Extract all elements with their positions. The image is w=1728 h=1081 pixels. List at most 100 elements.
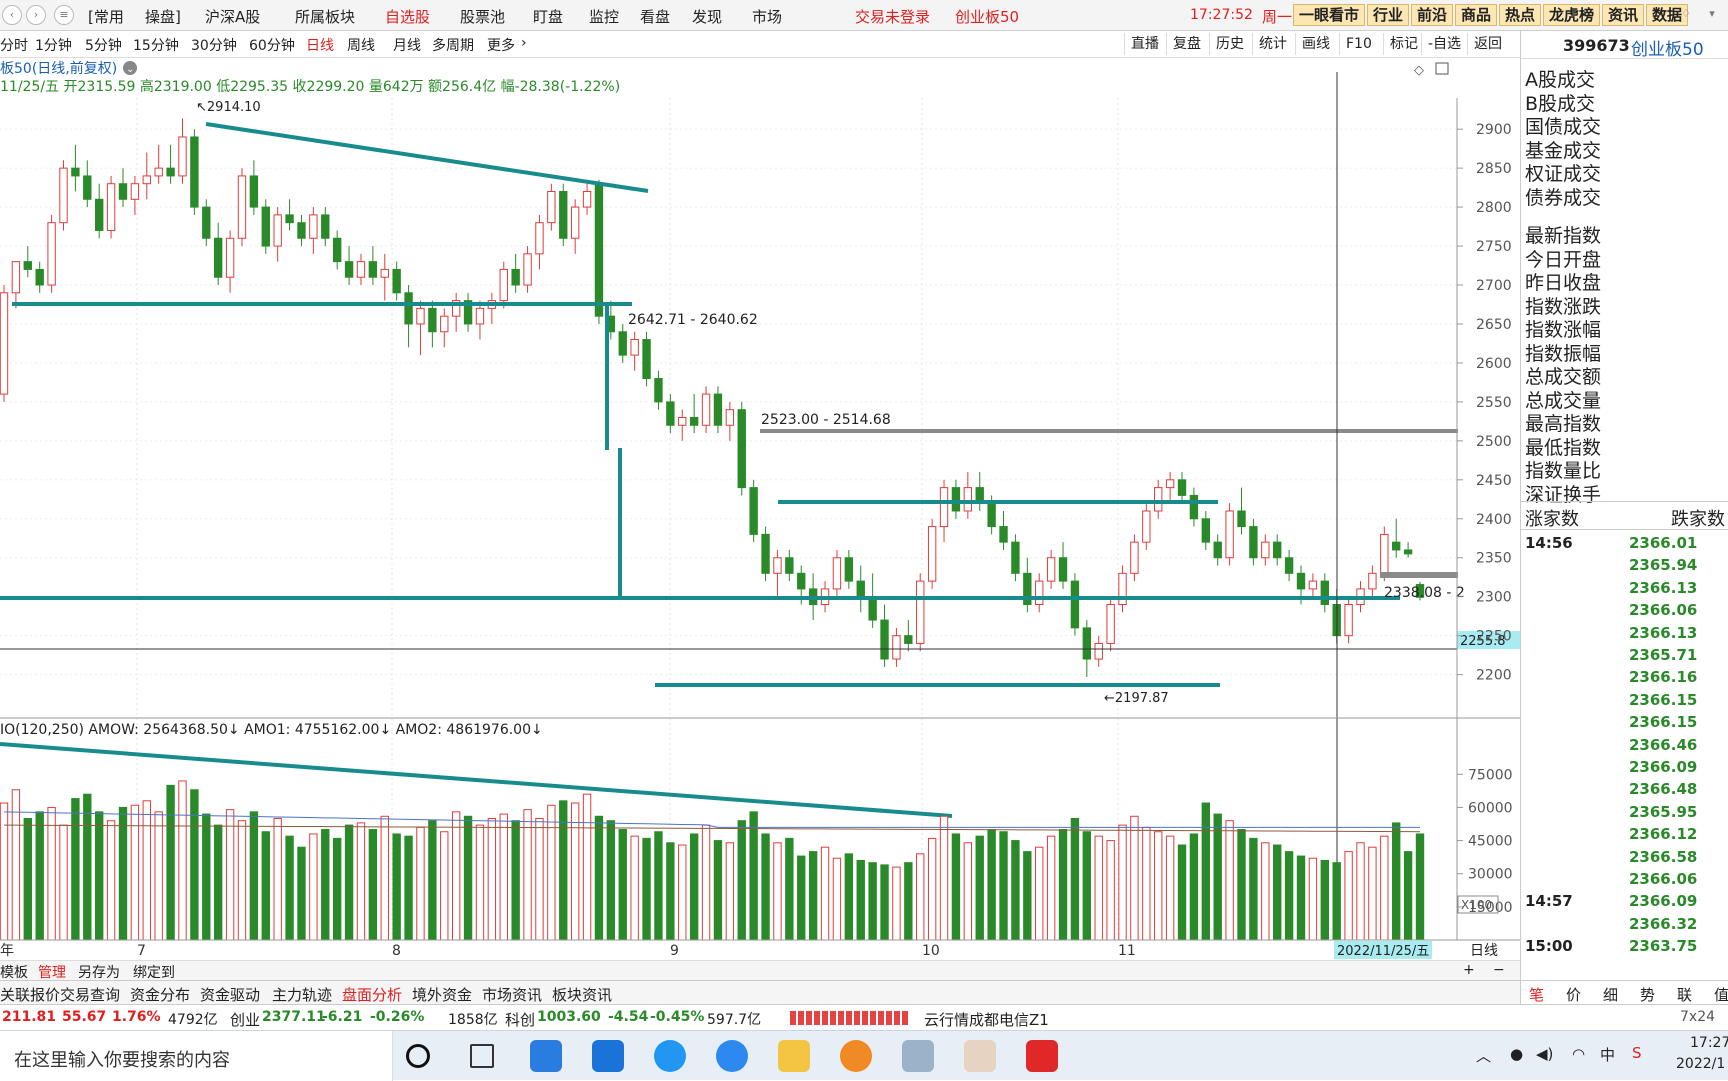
tool-0[interactable]: 直播: [1124, 33, 1165, 55]
period-8[interactable]: 月线: [393, 35, 421, 55]
taskbar-search[interactable]: 在这里输入你要搜索的内容: [0, 1031, 393, 1081]
func-tab-6[interactable]: 境外资金: [412, 984, 472, 1005]
cortana-icon[interactable]: [406, 1044, 430, 1068]
drawn-trendlines[interactable]: [0, 122, 1458, 818]
volume-bar: [1237, 829, 1246, 941]
mic-icon[interactable]: ●: [1510, 1045, 1523, 1063]
menu-item-0[interactable]: [常用: [88, 6, 124, 27]
period-2[interactable]: 5分钟: [85, 35, 122, 55]
bottom-tab-0[interactable]: 模板: [0, 962, 28, 982]
period-1[interactable]: 1分钟: [35, 35, 72, 55]
candle-body: [654, 378, 663, 403]
tool-8[interactable]: 返回: [1467, 33, 1508, 55]
menu-item-3[interactable]: 所属板块: [295, 6, 355, 27]
app-orange-icon[interactable]: [840, 1040, 872, 1072]
period-3[interactable]: 15分钟: [133, 35, 179, 55]
bottom-tab-1[interactable]: 管理: [38, 962, 66, 982]
period-0[interactable]: 分时: [0, 35, 28, 55]
tool-5[interactable]: F10: [1339, 33, 1378, 55]
tool-1[interactable]: 复盘: [1166, 33, 1207, 55]
kline-chart[interactable]: 板50(日线,前复权) ⌄ 11/25/五 开2315.59 高2319.00 …: [0, 58, 1520, 960]
tray-up-icon[interactable]: ︿: [1476, 1045, 1491, 1066]
right-tab-1[interactable]: 行业: [1367, 4, 1410, 26]
game-icon[interactable]: [964, 1040, 996, 1072]
volume-icon[interactable]: ◀): [1536, 1045, 1553, 1063]
right-tab-6[interactable]: 资讯: [1602, 4, 1645, 26]
x-tick-label: 11: [1118, 943, 1136, 959]
period-9[interactable]: 多周期: [432, 35, 474, 55]
quote-tab-0[interactable]: 笔: [1529, 984, 1544, 1005]
tool-2[interactable]: 历史: [1209, 33, 1250, 55]
func-tab-0[interactable]: 关联报价: [0, 984, 60, 1005]
bottom-tab-3[interactable]: 绑定到: [133, 962, 175, 982]
func-tab-7[interactable]: 市场资讯: [482, 984, 542, 1005]
window-toggle-icon[interactable]: [1435, 62, 1449, 75]
menu-item-6[interactable]: 盯盘: [533, 6, 563, 27]
func-tab-1[interactable]: 交易查询: [60, 984, 120, 1005]
task-view-icon[interactable]: [470, 1044, 494, 1068]
menu-item-4[interactable]: 自选股: [385, 6, 430, 27]
more-icon[interactable]: ▾: [1702, 5, 1722, 25]
tool-4[interactable]: 画线: [1295, 33, 1336, 55]
zoom-out-icon[interactable]: −: [1493, 962, 1505, 978]
server-name[interactable]: 云行情成都电信Z1: [924, 1009, 1049, 1030]
quote-tab-5[interactable]: 值: [1714, 984, 1728, 1005]
chevron-right-icon[interactable]: ›: [521, 35, 527, 51]
shirt-icon[interactable]: ♢: [1676, 5, 1696, 25]
quote-tab-3[interactable]: 势: [1640, 984, 1655, 1005]
right-tab-2[interactable]: 前沿: [1411, 4, 1454, 26]
quote-tab-1[interactable]: 价: [1566, 984, 1581, 1005]
wifi-icon[interactable]: ◠: [1572, 1045, 1585, 1063]
login-status[interactable]: 交易未登录: [855, 6, 930, 27]
y-tick-label: 2850: [1476, 161, 1512, 177]
right-tab-0[interactable]: 一眼看市: [1293, 4, 1366, 26]
quote-tab-4[interactable]: 联: [1677, 984, 1692, 1005]
forward-icon[interactable]: ›: [26, 5, 46, 25]
edge-icon[interactable]: [654, 1040, 686, 1072]
tool-6[interactable]: 标记: [1383, 33, 1424, 55]
func-tab-5[interactable]: 盘面分析: [342, 984, 402, 1005]
menu-collapse-icon[interactable]: ≡: [54, 5, 74, 25]
index2-value: 2377.11: [262, 1009, 326, 1025]
quote-tab-2[interactable]: 细: [1603, 984, 1618, 1005]
menu-item-5[interactable]: 股票池: [460, 6, 505, 27]
menu-item-2[interactable]: 沪深A股: [205, 6, 260, 27]
back-icon[interactable]: ‹: [2, 5, 22, 25]
tool-3[interactable]: 统计: [1252, 33, 1293, 55]
ime-icon[interactable]: 中: [1600, 1044, 1615, 1065]
func-tab-8[interactable]: 板块资讯: [552, 984, 612, 1005]
func-tab-4[interactable]: 主力轨迹: [272, 984, 332, 1005]
menu-item-9[interactable]: 发现: [692, 6, 722, 27]
right-tab-5[interactable]: 龙虎榜: [1543, 4, 1601, 26]
menu-item-8[interactable]: 看盘: [640, 6, 670, 27]
paint-icon[interactable]: [902, 1040, 934, 1072]
index-name-link[interactable]: 创业板50: [955, 6, 1019, 27]
folder-icon[interactable]: [778, 1040, 810, 1072]
mail-icon[interactable]: [592, 1040, 624, 1072]
index3-name[interactable]: 科创: [505, 1009, 535, 1030]
app-s-icon[interactable]: [530, 1040, 562, 1072]
period-7[interactable]: 周线: [347, 35, 375, 55]
right-tab-4[interactable]: 热点: [1499, 4, 1542, 26]
downtrend-line[interactable]: [205, 122, 649, 193]
func-tab-3[interactable]: 资金驱动: [200, 984, 260, 1005]
diamond-icon[interactable]: ◇: [1414, 63, 1424, 78]
period-10[interactable]: 更多: [487, 35, 515, 55]
menu-item-7[interactable]: 监控: [589, 6, 619, 27]
tool-7[interactable]: -自选: [1421, 33, 1467, 55]
tick-time: 14:56: [1525, 534, 1573, 552]
period-6[interactable]: 日线: [306, 35, 334, 55]
menu-item-1[interactable]: 操盘]: [145, 6, 181, 27]
period-5[interactable]: 60分钟: [249, 35, 295, 55]
period-4[interactable]: 30分钟: [191, 35, 237, 55]
zoom-in-icon[interactable]: +: [1463, 962, 1475, 978]
candle-body: [202, 206, 211, 239]
bottom-tab-2[interactable]: 另存为: [78, 962, 120, 982]
func-tab-2[interactable]: 资金分布: [130, 984, 190, 1005]
right-tab-3[interactable]: 商品: [1455, 4, 1498, 26]
index2-name[interactable]: 创业: [230, 1009, 260, 1030]
app-tray-icon[interactable]: S: [1632, 1044, 1642, 1062]
ie-icon[interactable]: [716, 1040, 748, 1072]
menu-item-10[interactable]: 市场: [752, 6, 782, 27]
stock-app-icon[interactable]: [1026, 1040, 1058, 1072]
